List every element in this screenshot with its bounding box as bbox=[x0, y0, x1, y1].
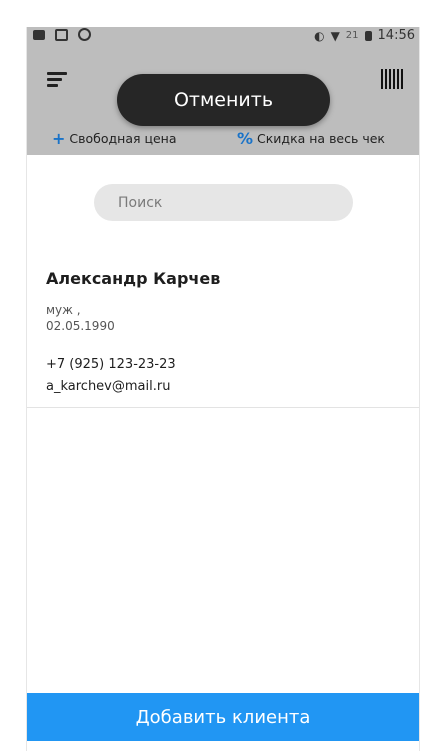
sync-icon bbox=[78, 28, 91, 41]
free-price-button[interactable]: + Свободная цена bbox=[52, 129, 177, 148]
wifi-icon: ▼ bbox=[330, 28, 340, 43]
hamburger-menu-icon[interactable] bbox=[47, 72, 67, 88]
percent-icon: % bbox=[237, 129, 254, 148]
client-phone: +7 (925) 123-23-23 bbox=[46, 357, 176, 372]
discount-button[interactable]: % Скидка на весь чек bbox=[237, 129, 385, 148]
header-toolbar: + Свободная цена % Скидка на весь чек bbox=[27, 125, 419, 149]
client-name: Александр Карчев bbox=[46, 269, 221, 288]
client-list-item[interactable]: Александр Карчев муж , 02.05.1990 +7 (92… bbox=[27, 255, 419, 408]
client-birthdate: 02.05.1990 bbox=[46, 319, 115, 333]
battery-icon bbox=[364, 30, 372, 41]
free-price-label: Свободная цена bbox=[69, 131, 177, 146]
client-email: a_karchev@mail.ru bbox=[46, 379, 171, 394]
status-bar: ◐ ▼ 21 14:56 bbox=[27, 27, 419, 47]
battery-level: 21 bbox=[345, 30, 359, 41]
search-input[interactable]: Поиск bbox=[94, 184, 353, 221]
add-client-button[interactable]: Добавить клиента bbox=[27, 693, 419, 741]
discount-label: Скидка на весь чек bbox=[257, 131, 385, 146]
screenshot-icon bbox=[55, 28, 68, 41]
status-right-icons: ◐ ▼ 21 14:56 bbox=[314, 28, 415, 43]
vibrate-icon: ◐ bbox=[314, 28, 325, 43]
notification-icon bbox=[33, 29, 45, 40]
clock: 14:56 bbox=[377, 28, 415, 43]
app-screen: ◐ ▼ 21 14:56 + Свободная цена % Скидка н… bbox=[26, 27, 420, 751]
cancel-label: Отменить bbox=[173, 89, 274, 111]
status-left-icons bbox=[33, 28, 91, 41]
search-placeholder: Поиск bbox=[118, 194, 163, 211]
add-client-label: Добавить клиента bbox=[135, 706, 311, 728]
barcode-icon[interactable] bbox=[381, 69, 405, 89]
plus-icon: + bbox=[52, 129, 66, 148]
cancel-toast-button[interactable]: Отменить bbox=[117, 74, 330, 126]
client-gender: муж , bbox=[46, 303, 81, 317]
